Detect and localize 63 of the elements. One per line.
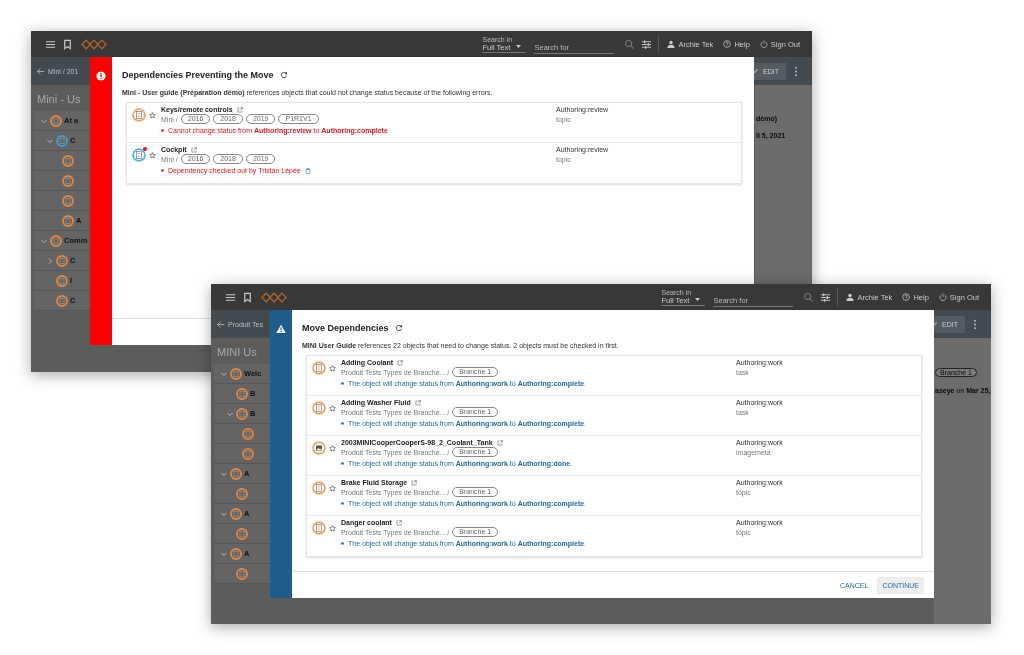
dialog-title: Dependencies Preventing the Move <box>122 70 274 80</box>
page-title: Mini - Us <box>36 92 82 107</box>
tree-item[interactable] <box>34 171 90 191</box>
person-icon <box>846 293 855 301</box>
back-arrow-icon[interactable] <box>216 319 225 329</box>
search-icon[interactable] <box>803 291 815 303</box>
menu-icon[interactable] <box>45 38 56 50</box>
search-icon[interactable] <box>624 38 636 50</box>
star-icon[interactable] <box>329 525 336 532</box>
clipboard-icon[interactable] <box>304 167 311 174</box>
power-icon <box>938 293 947 301</box>
menu-icon[interactable] <box>225 291 236 303</box>
bullet-icon <box>341 382 344 385</box>
external-link-icon[interactable] <box>414 399 421 406</box>
pencil-icon <box>753 68 760 74</box>
help-icon <box>723 40 732 48</box>
star-icon[interactable] <box>329 485 336 492</box>
logo-icon[interactable] <box>81 38 107 50</box>
back-arrow-icon[interactable] <box>36 66 45 76</box>
bullet-icon <box>161 169 164 172</box>
star-icon[interactable] <box>149 112 156 119</box>
bookmark-icon[interactable] <box>242 291 253 303</box>
refresh-icon[interactable] <box>394 324 403 332</box>
bullet-icon <box>341 502 344 505</box>
refresh-icon[interactable] <box>279 71 288 79</box>
more-icon[interactable] <box>794 65 798 77</box>
tree-item[interactable] <box>34 151 90 171</box>
external-link-icon[interactable] <box>496 439 503 446</box>
tree-item[interactable] <box>214 484 270 504</box>
chevron-right-icon[interactable] <box>46 256 54 265</box>
person-icon <box>667 40 676 48</box>
bookmark-icon[interactable] <box>62 38 73 50</box>
tree-item[interactable] <box>34 191 90 211</box>
tree-item[interactable] <box>214 564 270 584</box>
bullet-icon <box>161 129 164 132</box>
star-icon[interactable] <box>149 152 156 159</box>
caret-icon <box>516 45 522 49</box>
external-link-icon[interactable] <box>190 146 197 153</box>
star-icon[interactable] <box>329 445 336 452</box>
external-link-icon[interactable] <box>236 106 243 113</box>
star-icon[interactable] <box>329 405 336 412</box>
tree-item[interactable] <box>214 524 270 544</box>
bullet-icon <box>341 462 344 465</box>
external-link-icon[interactable] <box>397 359 404 366</box>
star-icon[interactable] <box>329 365 336 372</box>
bullet-icon <box>341 422 344 425</box>
error-icon <box>96 71 106 81</box>
external-link-icon[interactable] <box>411 479 418 486</box>
external-link-icon[interactable] <box>395 519 402 526</box>
help-icon <box>902 293 911 301</box>
bullet-icon <box>341 542 344 545</box>
warning-icon <box>276 324 286 334</box>
logo-icon[interactable] <box>261 291 287 303</box>
more-icon[interactable] <box>973 318 977 330</box>
tree-item[interactable] <box>214 444 270 464</box>
power-icon <box>759 40 768 48</box>
pencil-icon <box>932 321 939 327</box>
filter-icon[interactable] <box>641 38 653 50</box>
tree-item[interactable] <box>214 424 270 444</box>
caret-icon <box>695 298 701 302</box>
filter-icon[interactable] <box>820 291 832 303</box>
page-title: MINI Us <box>216 345 258 360</box>
dialog-title: Move Dependencies <box>302 323 389 333</box>
